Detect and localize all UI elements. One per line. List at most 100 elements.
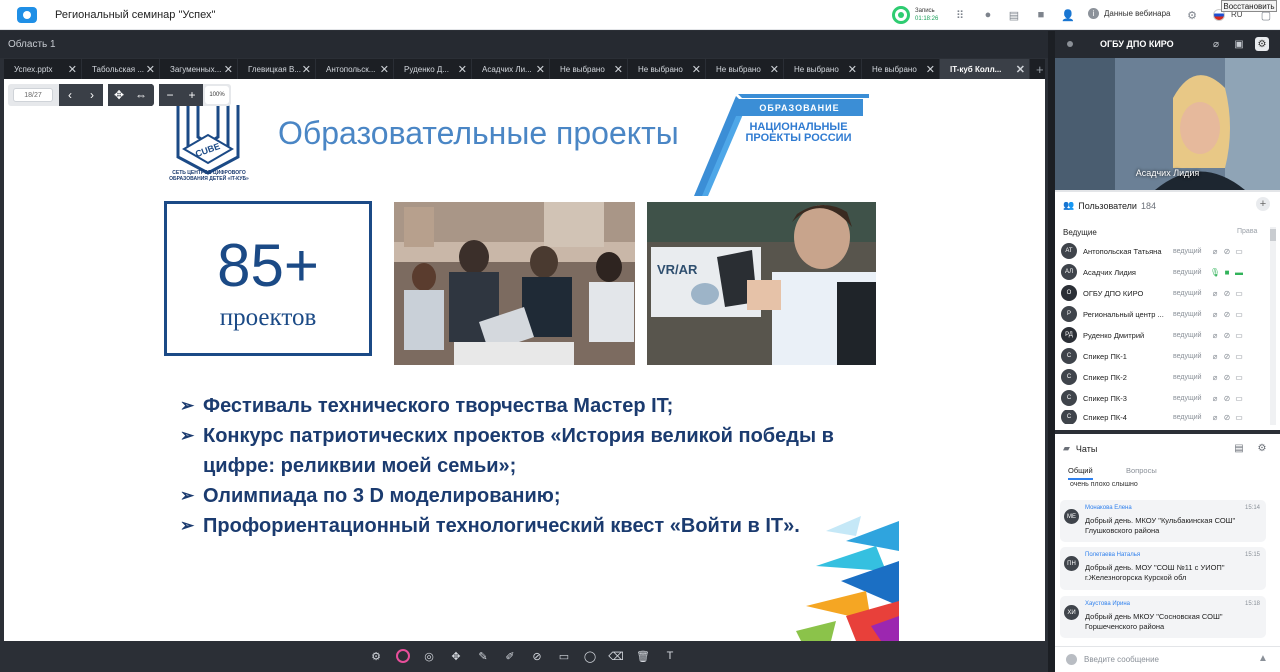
move-icon[interactable]: ✥ [449, 649, 463, 663]
user-row[interactable]: С Спикер ПК-1 ведущий ⌀ ⊘ ▭ [1061, 347, 1267, 365]
webinar-data-button[interactable]: i Данные вебинара [1088, 8, 1170, 19]
add-user-button[interactable]: + [1256, 197, 1270, 211]
close-icon[interactable]: ✕ [302, 63, 311, 76]
gear-icon[interactable]: ⚙ [1255, 37, 1269, 51]
tab[interactable]: Не выбрано ✕ [862, 59, 940, 79]
chat-settings-icon[interactable]: ⚙ [1255, 441, 1269, 455]
document-icon[interactable]: ▤ [1006, 7, 1022, 23]
tab[interactable]: Загуменных... ✕ [160, 59, 238, 79]
camera-off-icon[interactable]: ⊘ [1221, 394, 1233, 403]
camera-off-icon[interactable]: ⊘ [1221, 352, 1233, 361]
screen-share-icon[interactable]: ▭ [1233, 352, 1245, 361]
eraser-icon[interactable]: ⌫ [608, 649, 624, 663]
folder-icon[interactable]: ■ [1033, 7, 1049, 23]
tab[interactable]: Не выбрано ✕ [784, 59, 862, 79]
screen-share-icon[interactable]: ▭ [1233, 413, 1245, 422]
next-slide-icon[interactable]: › [81, 84, 103, 106]
close-icon[interactable]: ✕ [770, 63, 779, 76]
screen-share-icon[interactable]: ▭ [1233, 247, 1245, 256]
camera-off-icon[interactable]: ⊘ [1221, 289, 1233, 298]
camera-off-icon[interactable]: ⊘ [1221, 331, 1233, 340]
tab[interactable]: Не выбрано ✕ [706, 59, 784, 79]
mic-off-icon[interactable]: ⌀ [1209, 413, 1221, 422]
video-feed[interactable]: Асадчих Лидия [1055, 58, 1280, 190]
close-icon[interactable]: ✕ [380, 63, 389, 76]
add-tab-icon[interactable]: + [1030, 59, 1044, 79]
camera-off-icon[interactable]: ⊘ [1221, 413, 1233, 422]
screen-share-icon[interactable]: ▬ [1233, 268, 1245, 277]
close-icon[interactable]: ✕ [1016, 63, 1025, 76]
user-row[interactable]: РД Руденко Дмитрий ведущий ⌀ ⊘ ▭ [1061, 326, 1267, 344]
chat-bubble-icon[interactable]: ● [980, 7, 996, 23]
users-scrollbar[interactable] [1270, 227, 1276, 425]
user-icon[interactable]: 👤 [1060, 7, 1076, 23]
link-icon[interactable]: ⊘ [530, 649, 544, 663]
emoji-icon[interactable] [1066, 654, 1077, 665]
tab-general[interactable]: Общий [1068, 466, 1093, 480]
tab[interactable]: Не выбрано ✕ [550, 59, 628, 79]
color-picker-icon[interactable] [396, 649, 410, 663]
recording-indicator[interactable]: Запись 01:18:26 [892, 6, 938, 24]
tab[interactable]: Табольская ... ✕ [82, 59, 160, 79]
send-icon[interactable]: ▲ [1258, 653, 1268, 664]
close-icon[interactable]: ✕ [926, 63, 935, 76]
mic-on-icon[interactable]: 🎙 [1209, 268, 1221, 277]
prev-slide-icon[interactable]: ‹ [59, 84, 81, 106]
camera-off-icon[interactable]: ⊘ [1221, 310, 1233, 319]
pan-arrows-icon[interactable]: ✥ [108, 84, 130, 106]
ellipse-icon[interactable]: ◯ [583, 649, 597, 663]
mic-off-icon[interactable]: ⌀ [1209, 331, 1221, 340]
mic-off-icon[interactable]: ⌀ [1209, 394, 1221, 403]
trash-icon[interactable]: 🗑 [636, 649, 650, 663]
tab[interactable]: Антопольск... ✕ [316, 59, 394, 79]
close-icon[interactable]: ✕ [614, 63, 623, 76]
close-icon[interactable]: ✕ [224, 63, 233, 76]
settings-gear-icon[interactable]: ⚙ [1184, 7, 1200, 23]
user-row[interactable]: С Спикер ПК-2 ведущий ⌀ ⊘ ▭ [1061, 368, 1267, 386]
zoom-level[interactable]: 100% [205, 86, 229, 104]
close-icon[interactable]: ✕ [692, 63, 701, 76]
mic-off-icon[interactable]: ⌀ [1209, 352, 1221, 361]
mic-off-icon[interactable]: ⌀ [1209, 373, 1221, 382]
pen-icon[interactable]: ✎ [476, 649, 490, 663]
chat-input[interactable]: Введите сообщение ▲ [1055, 646, 1280, 672]
user-row[interactable]: С Спикер ПК-4 ведущий ⌀ ⊘ ▭ [1061, 410, 1267, 424]
tab[interactable]: Руденко Д... ✕ [394, 59, 472, 79]
text-tool-icon[interactable]: T [663, 649, 677, 663]
zoom-in-icon[interactable]: + [181, 84, 203, 106]
close-icon[interactable]: ✕ [458, 63, 467, 76]
page-number-input[interactable]: 18/27 [13, 88, 53, 102]
close-icon[interactable]: ✕ [848, 63, 857, 76]
user-row[interactable]: С Спикер ПК-3 ведущий ⌀ ⊘ ▭ [1061, 389, 1267, 407]
marker-icon[interactable]: ✐ [503, 649, 517, 663]
user-row[interactable]: АЛ Асадчих Лидия ведущий 🎙 ■ ▬ [1061, 263, 1267, 281]
tab[interactable]: Глевицкая В... ✕ [238, 59, 316, 79]
user-row[interactable]: О ОГБУ ДПО КИРО ведущий ⌀ ⊘ ▭ [1061, 284, 1267, 302]
rectangle-icon[interactable]: ▭ [557, 649, 571, 663]
tab[interactable]: Успех.pptx ✕ [4, 59, 82, 79]
chat-history-icon[interactable]: ▤ [1232, 441, 1246, 455]
user-row[interactable]: АТ Антопольская Татьяна ведущий ⌀ ⊘ ▭ [1061, 242, 1267, 260]
screen-share-icon[interactable]: ▭ [1233, 373, 1245, 382]
panel-splitter[interactable] [1048, 31, 1055, 672]
mic-off-icon[interactable]: ⌀ [1209, 37, 1223, 51]
screen-share-icon[interactable]: ▭ [1233, 289, 1245, 298]
close-icon[interactable]: ✕ [146, 63, 155, 76]
tab[interactable]: Не выбрано ✕ [628, 59, 706, 79]
screen-share-icon[interactable]: ▭ [1233, 310, 1245, 319]
mic-off-icon[interactable]: ⌀ [1209, 310, 1221, 319]
camera-on-icon[interactable]: ■ [1221, 268, 1233, 277]
close-icon[interactable]: ✕ [68, 63, 77, 76]
tab-active[interactable]: IT-куб Колл... ✕ [940, 59, 1030, 79]
zoom-out-icon[interactable]: − [159, 84, 181, 106]
settings-icon[interactable]: ⚙ [369, 649, 383, 663]
screen-share-icon[interactable]: ▭ [1233, 331, 1245, 340]
fit-width-icon[interactable]: ⇔ [130, 84, 152, 106]
mic-off-icon[interactable]: ⌀ [1209, 247, 1221, 256]
mic-off-icon[interactable]: ⌀ [1209, 289, 1221, 298]
close-icon[interactable]: ✕ [536, 63, 545, 76]
camera-off-icon[interactable]: ▣ [1232, 37, 1246, 51]
user-row[interactable]: Р Региональный центр ... ведущий ⌀ ⊘ ▭ [1061, 305, 1267, 323]
screen-share-icon[interactable]: ▭ [1233, 394, 1245, 403]
camera-off-icon[interactable]: ⊘ [1221, 373, 1233, 382]
